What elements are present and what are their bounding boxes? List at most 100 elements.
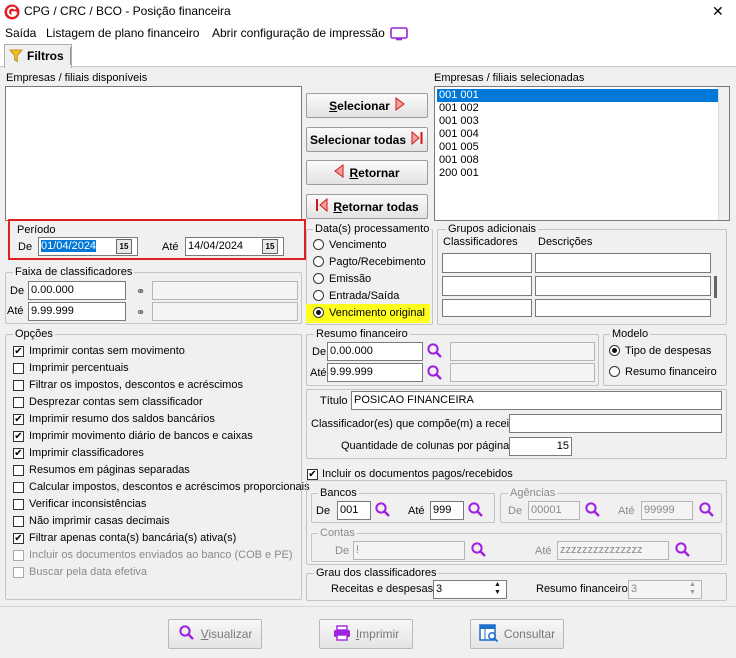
grupo-desc-3[interactable] [535, 299, 711, 317]
opcao-label: Imprimir resumo dos saldos bancários [29, 413, 215, 425]
consultar-button[interactable]: Consultar [470, 619, 564, 649]
opcao-checkbox[interactable]: ✔ [13, 448, 24, 459]
opcao-checkbox[interactable]: ✔ [13, 533, 24, 544]
visualizar-button[interactable]: Visualizar [168, 619, 262, 649]
selecionar-todas-label: Selecionar todas [309, 132, 407, 147]
binoculars-icon[interactable]: ⚭ [136, 306, 145, 319]
list-scrollbar-thumb[interactable] [718, 87, 729, 220]
opcao-checkbox[interactable] [13, 397, 24, 408]
tab-filtros[interactable]: Filtros [4, 44, 72, 68]
opcao-checkbox[interactable] [13, 516, 24, 527]
list-item[interactable]: 001 003 [439, 115, 479, 128]
arrow-left-end-icon [315, 197, 328, 215]
selecionar-todas-button[interactable]: Selecionar todas [306, 127, 428, 152]
arrow-right-icon [395, 97, 405, 114]
grau-label: Grau dos classificadores [314, 567, 439, 579]
close-icon[interactable]: ✕ [712, 3, 724, 20]
opcao-checkbox[interactable] [13, 567, 24, 578]
radio-resumo-financeiro-label: Resumo financeiro [625, 366, 717, 378]
spinner-icon[interactable]: ▲ ▼ [689, 581, 696, 597]
calendar-icon[interactable]: 15 [116, 239, 132, 254]
opcao-checkbox[interactable] [13, 550, 24, 561]
search-icon[interactable] [698, 501, 716, 519]
radio-vencimento[interactable] [313, 239, 324, 250]
menu-item-listagem[interactable]: Listagem de plano financeiro [46, 27, 199, 40]
opcao-label: Verificar inconsistências [29, 498, 147, 510]
spinner-icon[interactable]: ▲ ▼ [494, 581, 501, 597]
grupos-scrollbar[interactable] [714, 276, 717, 298]
opcao-checkbox[interactable] [13, 380, 24, 391]
bancos-de-field[interactable]: 001 [337, 501, 371, 520]
retornar-button[interactable]: Retornar [306, 160, 428, 185]
resumo-de-label: De [312, 346, 327, 358]
list-item[interactable]: 001 001 [437, 89, 728, 102]
contas-ate-field[interactable]: zzzzzzzzzzzzzzz [557, 541, 669, 560]
selecionar-button[interactable]: Selecionar [306, 93, 428, 118]
radio-vencimento-original[interactable] [313, 307, 324, 318]
radio-pagto-label: Pagto/Recebimento [329, 256, 426, 268]
resumo-ate-field[interactable]: 9.99.999 [327, 363, 423, 382]
opcao-checkbox[interactable]: ✔ [13, 346, 24, 357]
grupo-class-3[interactable] [442, 299, 532, 317]
imprimir-button[interactable]: Imprimir [319, 619, 413, 649]
radio-tipo-despesas-label: Tipo de despesas [625, 345, 712, 357]
opcao-label: Filtrar apenas conta(s) bancária(s) ativ… [29, 532, 237, 544]
radio-tipo-despesas[interactable] [609, 345, 620, 356]
search-icon[interactable] [467, 501, 485, 519]
opcao-checkbox[interactable] [13, 363, 24, 374]
search-icon[interactable] [426, 364, 444, 382]
opcao-label: Imprimir percentuais [29, 362, 129, 374]
consultar-icon [479, 623, 499, 645]
list-item[interactable]: 200 001 [439, 167, 479, 180]
binoculars-icon[interactable]: ⚭ [136, 285, 145, 298]
opcao-checkbox[interactable] [13, 482, 24, 493]
grupo-desc-1[interactable] [535, 253, 711, 273]
grupo-desc-2[interactable] [535, 276, 711, 296]
calendar-icon[interactable]: 15 [262, 239, 278, 254]
opcao-label: Resumos em páginas separadas [29, 464, 190, 476]
opcao-checkbox[interactable] [13, 465, 24, 476]
search-icon[interactable] [470, 541, 488, 559]
bancos-de-label: De [316, 505, 331, 517]
radio-emissao-label: Emissão [329, 273, 372, 285]
faixa-ate-field[interactable]: 9.99.999 [28, 302, 126, 321]
resumo-de-field[interactable]: 0.00.000 [327, 342, 423, 361]
selected-list[interactable]: 001 001 001 002 001 003 001 004 001 005 … [434, 86, 730, 221]
search-icon[interactable] [426, 342, 444, 360]
grupo-class-1[interactable] [442, 253, 532, 273]
printer-icon [333, 624, 351, 644]
monitor-icon[interactable] [390, 27, 408, 41]
list-item[interactable]: 001 002 [439, 102, 479, 115]
incluir-pagos-checkbox[interactable]: ✔ [307, 469, 318, 480]
titulo-field[interactable]: POSICAO FINANCEIRA [351, 391, 722, 410]
agencias-de-field[interactable]: 00001 [528, 501, 580, 520]
search-icon[interactable] [374, 501, 392, 519]
colunas-field[interactable]: 15 [509, 437, 572, 456]
menu-item-abrir-config[interactable]: Abrir configuração de impressão [212, 27, 385, 40]
radio-resumo-financeiro[interactable] [609, 366, 620, 377]
search-icon[interactable] [584, 501, 602, 519]
list-item[interactable]: 001 008 [439, 154, 479, 167]
selected-label: Empresas / filiais selecionadas [434, 72, 585, 84]
available-list[interactable] [5, 86, 302, 221]
list-item[interactable]: 001 005 [439, 141, 479, 154]
menu-item-saida[interactable]: Saída [5, 27, 36, 40]
search-icon[interactable] [674, 541, 692, 559]
classificadores-field[interactable] [509, 414, 722, 433]
contas-de-field[interactable]: ! [353, 541, 465, 560]
bancos-ate-field[interactable]: 999 [430, 501, 464, 520]
radio-emissao[interactable] [313, 273, 324, 284]
opcao-checkbox[interactable]: ✔ [13, 431, 24, 442]
radio-entrada[interactable] [313, 290, 324, 301]
opcao-checkbox[interactable] [13, 499, 24, 510]
retornar-todas-button[interactable]: Retornar todas [306, 194, 428, 219]
radio-pagto[interactable] [313, 256, 324, 267]
menu-bar: Saída Listagem de plano financeiro Abrir… [0, 24, 736, 43]
list-item[interactable]: 001 004 [439, 128, 479, 141]
faixa-de-field[interactable]: 0.00.000 [28, 281, 126, 300]
grupo-class-2[interactable] [442, 276, 532, 296]
opcao-checkbox[interactable]: ✔ [13, 414, 24, 425]
faixa-label: Faixa de classificadores [13, 266, 135, 278]
opcao-label: Desprezar contas sem classificador [29, 396, 203, 408]
agencias-ate-field[interactable]: 99999 [641, 501, 693, 520]
